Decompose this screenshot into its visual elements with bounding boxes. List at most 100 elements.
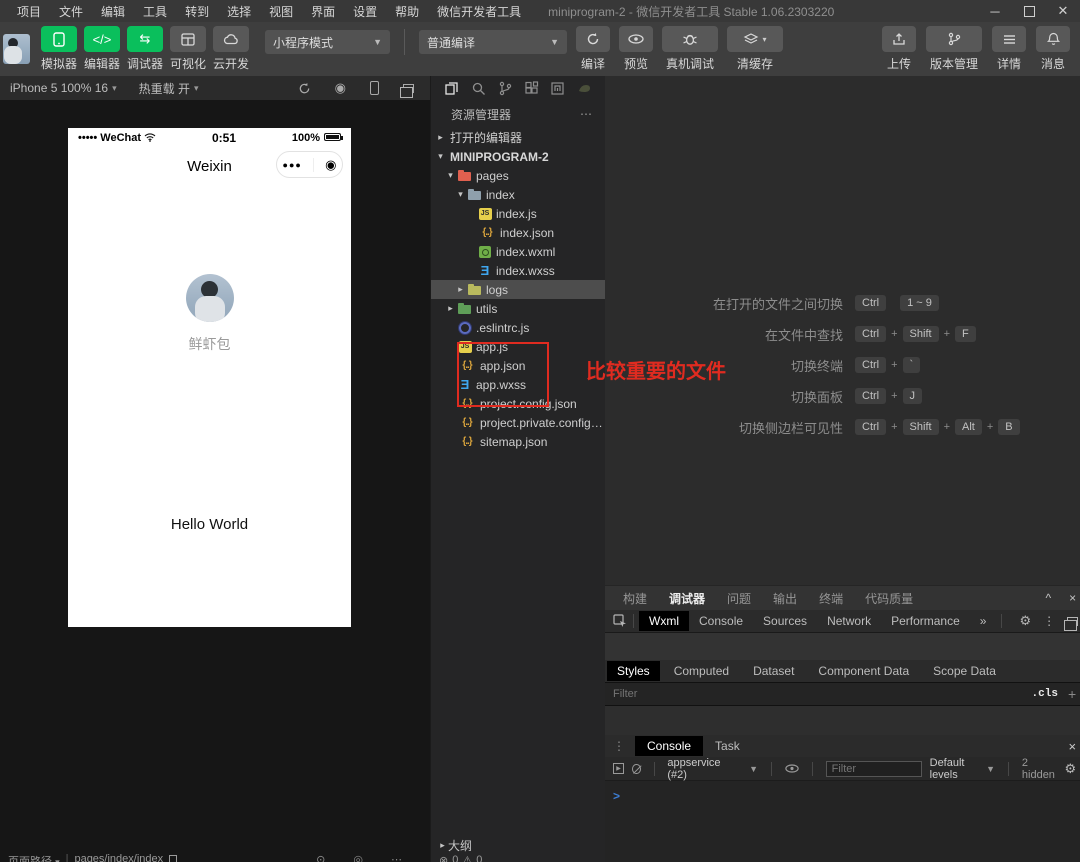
theme-icon[interactable] bbox=[576, 80, 593, 97]
menu-工具[interactable]: 工具 bbox=[134, 3, 176, 20]
mode-select[interactable]: 小程序模式 ▼ bbox=[265, 30, 390, 54]
styles-tab-Component Data[interactable]: Component Data bbox=[808, 661, 919, 681]
outline-section[interactable]: ▸ 大纲 bbox=[431, 836, 605, 854]
simulator-button[interactable]: 模拟器 bbox=[38, 26, 80, 72]
menu-视图[interactable]: 视图 bbox=[260, 3, 302, 20]
record-icon[interactable]: ◉ bbox=[335, 80, 346, 96]
tree-item-project.private.config.js...[interactable]: project.private.config.js... bbox=[431, 413, 605, 432]
console-sidebar-icon[interactable]: ▶ bbox=[613, 763, 624, 774]
tree-item-app.js[interactable]: app.js bbox=[431, 337, 605, 356]
devtools-tab-Network[interactable]: Network bbox=[817, 611, 881, 631]
devtools-tab-Wxml[interactable]: Wxml bbox=[639, 611, 689, 631]
tree-item-logs[interactable]: ▸ logs bbox=[431, 280, 605, 299]
search-icon[interactable] bbox=[470, 80, 487, 97]
devtools-tab-Console[interactable]: Console bbox=[689, 611, 753, 631]
menu-微信开发者工具[interactable]: 微信开发者工具 bbox=[428, 3, 530, 20]
device-select[interactable]: iPhone 5 100% 16 ▾ bbox=[10, 81, 117, 95]
more-icon[interactable]: ⋯ bbox=[391, 853, 402, 862]
close-icon[interactable]: × bbox=[1069, 739, 1077, 754]
menu-帮助[interactable]: 帮助 bbox=[386, 3, 428, 20]
extensions-icon[interactable] bbox=[523, 80, 540, 97]
styles-tab-Computed[interactable]: Computed bbox=[664, 661, 739, 681]
panel-tab-代码质量[interactable]: 代码质量 bbox=[865, 586, 913, 611]
devtools-tab-Performance[interactable]: Performance bbox=[881, 611, 970, 631]
preview-button[interactable]: 预览 bbox=[619, 26, 653, 72]
tree-item-.eslintrc.js[interactable]: .eslintrc.js bbox=[431, 318, 605, 337]
maximize-icon[interactable] bbox=[1012, 0, 1046, 22]
menu-选择[interactable]: 选择 bbox=[218, 3, 260, 20]
kebab-menu-icon[interactable]: ⋮ bbox=[1043, 614, 1055, 628]
menu-文件[interactable]: 文件 bbox=[50, 3, 92, 20]
styles-tab-Styles[interactable]: Styles bbox=[607, 661, 660, 681]
plus-icon[interactable]: + bbox=[1068, 686, 1076, 702]
more-dots-icon[interactable]: ●●● bbox=[283, 160, 302, 170]
tree-item-index.js[interactable]: index.js bbox=[431, 204, 605, 223]
messages-button[interactable]: 消息 bbox=[1036, 26, 1070, 72]
tree-item-MINIPROGRAM-2[interactable]: ▾ MINIPROGRAM-2 bbox=[431, 147, 605, 166]
context-select[interactable]: appservice (#2) ▼ bbox=[667, 757, 758, 781]
menu-转到[interactable]: 转到 bbox=[176, 3, 218, 20]
cls-button[interactable]: .cls bbox=[1032, 688, 1058, 700]
hot-reload-toggle[interactable]: 热重载 开 ▾ bbox=[139, 80, 199, 97]
styles-tab-Dataset[interactable]: Dataset bbox=[743, 661, 804, 681]
tree-item-index.wxss[interactable]: index.wxss bbox=[431, 261, 605, 280]
console-tab-Task[interactable]: Task bbox=[703, 736, 752, 756]
styles-tab-Scope Data[interactable]: Scope Data bbox=[923, 661, 1006, 681]
compile-button[interactable]: 编译 bbox=[576, 26, 610, 72]
panel-tab-输出[interactable]: 输出 bbox=[773, 586, 797, 611]
menu-项目[interactable]: 项目 bbox=[8, 3, 50, 20]
target-icon[interactable]: ◎ bbox=[353, 853, 363, 862]
menu-界面[interactable]: 界面 bbox=[302, 3, 344, 20]
kebab-menu-icon[interactable]: ⋮ bbox=[613, 739, 625, 753]
menu-编辑[interactable]: 编辑 bbox=[92, 3, 134, 20]
more-actions-icon[interactable]: ⋯ bbox=[580, 107, 593, 121]
inspect-icon[interactable] bbox=[611, 613, 628, 630]
eye-icon[interactable] bbox=[785, 760, 799, 777]
console-filter-input[interactable] bbox=[825, 760, 922, 777]
user-avatar[interactable] bbox=[3, 34, 30, 64]
styles-filter-input[interactable] bbox=[613, 688, 1032, 700]
problems-summary[interactable]: ⊗ 0 ⚠ 0 bbox=[431, 854, 605, 862]
panel-tab-构建[interactable]: 构建 bbox=[623, 586, 647, 611]
tree-item-index[interactable]: ▾ index bbox=[431, 185, 605, 204]
version-control-button[interactable]: 版本管理 bbox=[926, 26, 982, 72]
undock-icon[interactable] bbox=[1064, 616, 1079, 631]
npm-icon[interactable] bbox=[549, 80, 566, 97]
tree-item-打开的编辑器[interactable]: ▸ 打开的编辑器 bbox=[431, 128, 605, 147]
tree-item-sitemap.json[interactable]: sitemap.json bbox=[431, 432, 605, 451]
tree-item-app.json[interactable]: app.json bbox=[431, 356, 605, 375]
devtools-tab-Sources[interactable]: Sources bbox=[753, 611, 817, 631]
editor-button[interactable]: </> 编辑器 bbox=[81, 26, 123, 72]
remote-debug-button[interactable]: 真机调试 bbox=[662, 26, 718, 72]
panel-tab-问题[interactable]: 问题 bbox=[727, 586, 751, 611]
visualizer-button[interactable]: 可视化 bbox=[167, 26, 209, 72]
gear-icon[interactable]: ⚙ bbox=[1019, 613, 1031, 629]
tree-item-app.wxss[interactable]: app.wxss bbox=[431, 375, 605, 394]
capsule-button[interactable]: ●●● ◉ bbox=[276, 151, 343, 178]
tree-item-utils[interactable]: ▸ utils bbox=[431, 299, 605, 318]
refresh-icon[interactable] bbox=[298, 82, 311, 95]
console-tab-Console[interactable]: Console bbox=[635, 736, 704, 756]
panel-tab-终端[interactable]: 终端 bbox=[819, 586, 843, 611]
avatar[interactable] bbox=[185, 274, 234, 322]
console-body[interactable]: > bbox=[605, 781, 1080, 862]
log-levels-select[interactable]: Default levels ▼ bbox=[930, 757, 995, 781]
close-target-icon[interactable]: ◉ bbox=[325, 157, 336, 173]
collapse-icon[interactable]: ^ bbox=[1045, 591, 1051, 605]
tree-item-index.wxml[interactable]: index.wxml bbox=[431, 242, 605, 261]
tree-item-index.json[interactable]: index.json bbox=[431, 223, 605, 242]
menu-设置[interactable]: 设置 bbox=[344, 3, 386, 20]
upload-button[interactable]: 上传 bbox=[882, 26, 916, 72]
git-branch-icon[interactable] bbox=[496, 80, 513, 97]
files-icon[interactable] bbox=[443, 80, 460, 97]
tree-item-pages[interactable]: ▾ pages bbox=[431, 166, 605, 185]
device-icon[interactable] bbox=[370, 81, 379, 95]
scan-icon[interactable]: ⊙ bbox=[316, 853, 325, 862]
multi-window-icon[interactable] bbox=[400, 83, 414, 98]
clear-console-icon[interactable] bbox=[632, 763, 641, 774]
page-path-select[interactable]: 页面路径 ▾ bbox=[8, 853, 60, 862]
close-icon[interactable]: ✕ bbox=[1046, 0, 1080, 22]
tree-item-project.config.json[interactable]: project.config.json bbox=[431, 394, 605, 413]
close-icon[interactable]: × bbox=[1069, 591, 1076, 605]
cloud-dev-button[interactable]: 云开发 bbox=[210, 26, 252, 72]
